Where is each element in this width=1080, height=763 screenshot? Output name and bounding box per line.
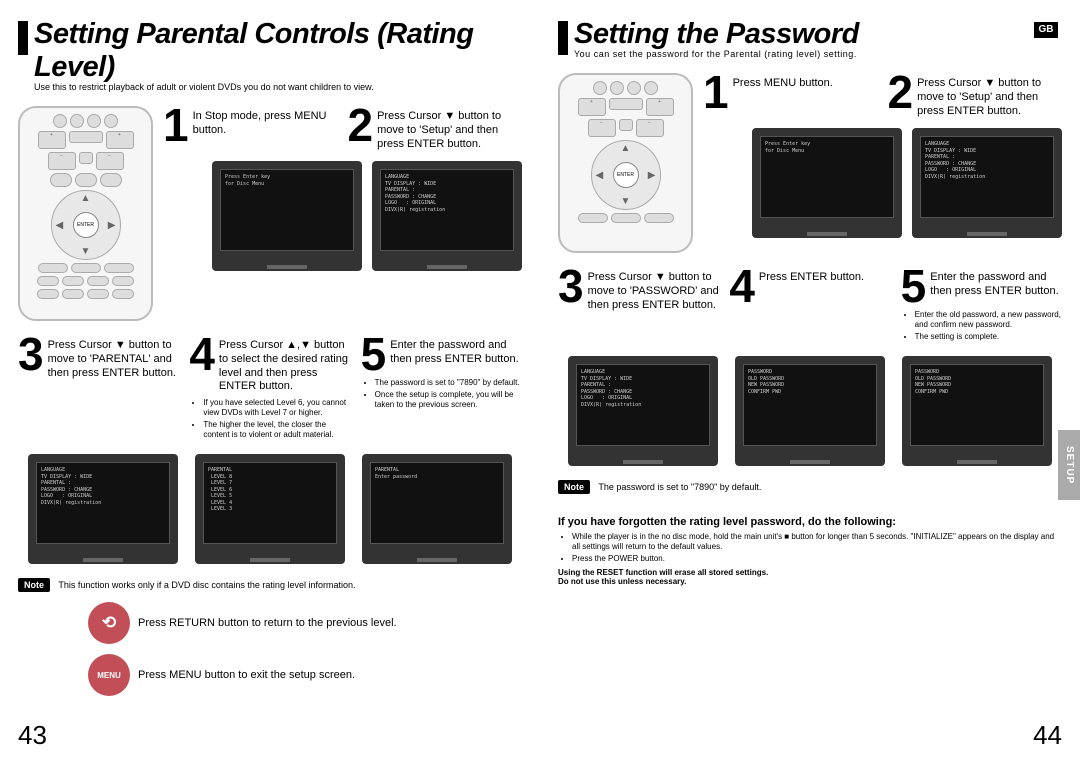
- dpad-right-icon: ▶: [108, 220, 116, 231]
- tv-screenshot-setup2: LANGUAGE TV DISPLAY : WIDE PARENTAL : PA…: [568, 356, 718, 466]
- tv-screenshot-pwchange: PASSWORD OLD PASSWORD NEW PASSWORD CONFI…: [735, 356, 885, 466]
- step-3: 3 Press Cursor ▼ button to move to 'PARE…: [18, 335, 179, 380]
- forgot-heading: If you have forgotten the rating level p…: [558, 516, 1062, 528]
- menu-icon: MENU: [88, 654, 130, 696]
- enter-button: ENTER: [613, 162, 639, 188]
- title-cap: [18, 21, 28, 55]
- step-3-text: Press Cursor ▼ button to move to 'PASSWO…: [588, 267, 720, 312]
- page-title: Setting the Password: [574, 18, 859, 51]
- page-title: Setting Parental Controls (Rating Level): [34, 18, 522, 84]
- page-number-left: 43: [18, 720, 47, 751]
- step-row-1: ++ −− ▲ ▼ ◀ ▶ ENTER 1 In Stop: [18, 106, 522, 321]
- remote-illustration: ++ −− ▲ ▼ ◀ ▶ ENTER: [558, 73, 693, 253]
- language-badge: GB: [1034, 22, 1058, 38]
- dpad-down-icon: ▼: [621, 196, 631, 207]
- page-subtitle: You can set the password for the Parenta…: [574, 49, 859, 59]
- tv-screenshot-menu: Press Enter key for Disc Menu: [212, 161, 362, 271]
- note-badge: Note: [18, 578, 50, 592]
- dpad-up-icon: ▲: [81, 193, 91, 204]
- dpad-left-icon: ◀: [56, 220, 64, 231]
- step-2-text: Press Cursor ▼ button to move to 'Setup'…: [377, 106, 522, 151]
- page-43: Setting Parental Controls (Rating Level)…: [0, 0, 540, 763]
- manual-spread: Setting Parental Controls (Rating Level)…: [0, 0, 1080, 763]
- page-subtitle: Use this to restrict playback of adult o…: [34, 82, 522, 92]
- step-4: 4 Press Cursor ▲,▼ button to select the …: [189, 335, 350, 394]
- footer-menu: MENU Press MENU button to exit the setup…: [88, 654, 522, 696]
- step-row-2: 3 Press Cursor ▼ button to move to 'PASS…: [558, 267, 1062, 346]
- step-2: 2 Press Cursor ▼ button to move to 'Setu…: [348, 106, 523, 151]
- dpad: ▲ ▼ ◀ ▶ ENTER: [51, 190, 121, 260]
- step-1: 1 Press MENU button.: [703, 73, 878, 118]
- step-4-text: Press ENTER button.: [759, 267, 864, 285]
- step-row-2: 3 Press Cursor ▼ button to move to 'PARE…: [18, 335, 522, 444]
- page-44: GB Setting the Password You can set the …: [540, 0, 1080, 763]
- step-5-notes: The password is set to "7890" by default…: [361, 378, 522, 410]
- dpad: ▲ ▼ ◀ ▶ ENTER: [591, 140, 661, 210]
- step-5-text: Enter the password and then press ENTER …: [930, 267, 1062, 299]
- step-1: 1 In Stop mode, press MENU button.: [163, 106, 338, 151]
- step-4: 4 Press ENTER button.: [729, 267, 890, 306]
- step-2: 2 Press Cursor ▼ button to move to 'Setu…: [888, 73, 1063, 118]
- remote-illustration: ++ −− ▲ ▼ ◀ ▶ ENTER: [18, 106, 153, 321]
- tv-screenshot-parental: PARENTAL LEVEL 8 LEVEL 7 LEVEL 6 LEVEL 5…: [195, 454, 345, 564]
- dpad-up-icon: ▲: [621, 143, 631, 154]
- step-4-notes: If you have selected Level 6, you cannot…: [189, 398, 350, 440]
- step-row-1: ++ −− ▲ ▼ ◀ ▶ ENTER 1 Press MENU button.: [558, 73, 1062, 253]
- section-tab: SETUP: [1058, 430, 1080, 500]
- note-line: Note This function works only if a DVD d…: [18, 578, 522, 592]
- step-1-text: In Stop mode, press MENU button.: [193, 106, 338, 138]
- return-icon: ⟲: [88, 602, 130, 644]
- note-badge: Note: [558, 480, 590, 494]
- step-4-text: Press Cursor ▲,▼ button to select the de…: [219, 335, 351, 394]
- note-line: Note The password is set to "7890" by de…: [558, 480, 1062, 494]
- tv-screenshot-pwchange2: PASSWORD OLD PASSWORD NEW PASSWORD CONFI…: [902, 356, 1052, 466]
- page-number-right: 44: [1033, 720, 1062, 751]
- tv-screenshot-password: PARENTAL Enter password: [362, 454, 512, 564]
- title-block-left: Setting Parental Controls (Rating Level)…: [18, 18, 522, 92]
- reset-warning-1: Using the RESET function will erase all …: [558, 568, 1062, 577]
- tv-screenshot-setup2: LANGUAGE TV DISPLAY : WIDE PARENTAL : PA…: [28, 454, 178, 564]
- step-3: 3 Press Cursor ▼ button to move to 'PASS…: [558, 267, 719, 312]
- tv-screenshot-menu: Press Enter key for Disc Menu: [752, 128, 902, 238]
- forgot-list: While the player is in the no disc mode,…: [558, 532, 1062, 564]
- step-5: 5 Enter the password and then press ENTE…: [361, 335, 522, 374]
- title-cap: [558, 21, 568, 55]
- reset-warning-2: Do not use this unless necessary.: [558, 577, 1062, 586]
- tv-screenshot-setup: LANGUAGE TV DISPLAY : WIDE PARENTAL : PA…: [912, 128, 1062, 238]
- dpad-right-icon: ▶: [648, 170, 656, 181]
- step-5-text: Enter the password and then press ENTER …: [390, 335, 522, 367]
- step-3-text: Press Cursor ▼ button to move to 'PARENT…: [48, 335, 180, 380]
- step-2-text: Press Cursor ▼ button to move to 'Setup'…: [917, 73, 1062, 118]
- dpad-left-icon: ◀: [596, 170, 604, 181]
- tv-screenshot-setup: LANGUAGE TV DISPLAY : WIDE PARENTAL : PA…: [372, 161, 522, 271]
- step-1-text: Press MENU button.: [733, 73, 833, 91]
- footer-return: ⟲ Press RETURN button to return to the p…: [88, 602, 522, 644]
- step-5: 5 Enter the password and then press ENTE…: [901, 267, 1062, 306]
- step-5-notes: Enter the old password, a new password, …: [901, 310, 1062, 342]
- title-block-right: Setting the Password You can set the pas…: [558, 18, 1062, 59]
- dpad-down-icon: ▼: [81, 246, 91, 257]
- enter-button: ENTER: [73, 212, 99, 238]
